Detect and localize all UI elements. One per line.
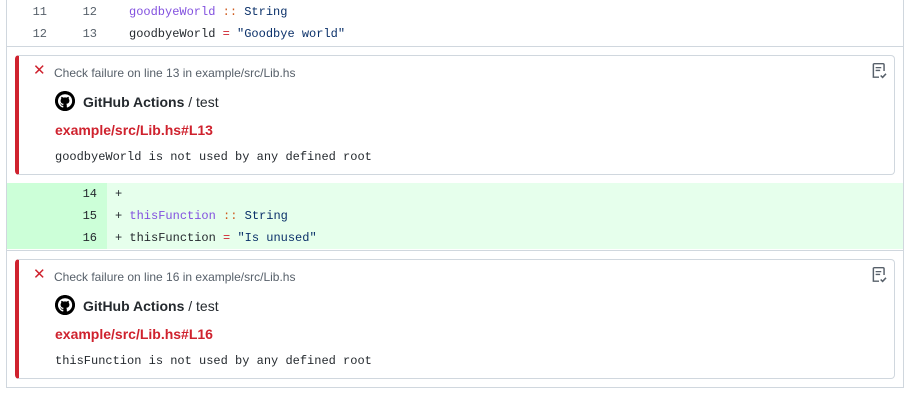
diff-context-row: 12 13 goodbyeWorld = "Goodbye world"	[7, 23, 903, 45]
diff-added-row: 14 +	[7, 183, 903, 205]
code-token: ::	[223, 209, 238, 223]
github-logo-icon	[55, 295, 75, 315]
row-divider	[7, 46, 903, 47]
old-line-number[interactable]: 12	[0, 23, 47, 45]
code-token: "Goodbye world"	[237, 27, 346, 41]
code-token: +	[115, 187, 130, 201]
diff-added-row: 16 + thisFunction = "Is unused"	[7, 227, 903, 249]
diff-file-view: 11 12 goodbyeWorld :: String 12 13 goodb…	[6, 0, 904, 388]
code-token: +	[115, 209, 130, 223]
checklist-icon[interactable]	[870, 62, 888, 80]
check-annotation: ✕ Check failure on line 16 in example/sr…	[15, 259, 895, 379]
code-token: "Is unused"	[237, 231, 317, 245]
code-token: thisFunction	[129, 231, 224, 245]
checklist-icon[interactable]	[870, 266, 888, 284]
row-divider	[7, 250, 903, 251]
code-line: goodbyeWorld :: String	[129, 1, 287, 23]
annotation-source: GitHub Actions / test	[83, 93, 219, 111]
new-line-number[interactable]: 13	[47, 23, 97, 45]
old-line-number[interactable]: 11	[0, 1, 47, 23]
annotation-header: Check failure on line 13 in example/src/…	[54, 66, 296, 80]
job-name: test	[196, 94, 219, 110]
code-line: +	[115, 183, 129, 205]
github-logo-icon	[55, 91, 75, 111]
x-icon: ✕	[33, 266, 46, 283]
code-token: goodbyeWorld	[129, 5, 216, 19]
new-line-number[interactable]: 16	[47, 227, 97, 249]
code-line: goodbyeWorld = "Goodbye world"	[129, 23, 345, 45]
code-token: ::	[222, 5, 238, 19]
source-separator: /	[184, 94, 197, 110]
x-icon: ✕	[33, 62, 46, 79]
job-name: test	[196, 298, 219, 314]
code-token: thisFunction	[129, 209, 216, 223]
file-line-link[interactable]: example/src/Lib.hs#L13	[55, 122, 213, 138]
app-name[interactable]: GitHub Actions	[83, 94, 184, 110]
diff-added-row: 15 + thisFunction :: String	[7, 205, 903, 227]
code-token: =	[222, 27, 230, 41]
annotation-message: thisFunction is not used by any defined …	[55, 354, 372, 368]
annotation-header: Check failure on line 16 in example/src/…	[54, 270, 296, 284]
code-token: +	[115, 231, 130, 245]
annotation-message: goodbyeWorld is not used by any defined …	[55, 150, 372, 164]
new-line-number[interactable]: 14	[47, 183, 97, 205]
new-line-number[interactable]: 12	[47, 1, 97, 23]
source-separator: /	[184, 298, 197, 314]
check-annotation: ✕ Check failure on line 13 in example/sr…	[15, 55, 895, 175]
code-token: String	[244, 209, 288, 223]
app-name[interactable]: GitHub Actions	[83, 298, 184, 314]
diff-context-row: 11 12 goodbyeWorld :: String	[7, 1, 903, 23]
code-token: String	[244, 5, 288, 19]
annotation-source: GitHub Actions / test	[83, 297, 219, 315]
file-line-link[interactable]: example/src/Lib.hs#L16	[55, 326, 213, 342]
new-line-number[interactable]: 15	[47, 205, 97, 227]
code-line: + thisFunction :: String	[115, 205, 288, 227]
code-line: + thisFunction = "Is unused"	[115, 227, 317, 249]
code-token: goodbyeWorld	[129, 27, 223, 41]
